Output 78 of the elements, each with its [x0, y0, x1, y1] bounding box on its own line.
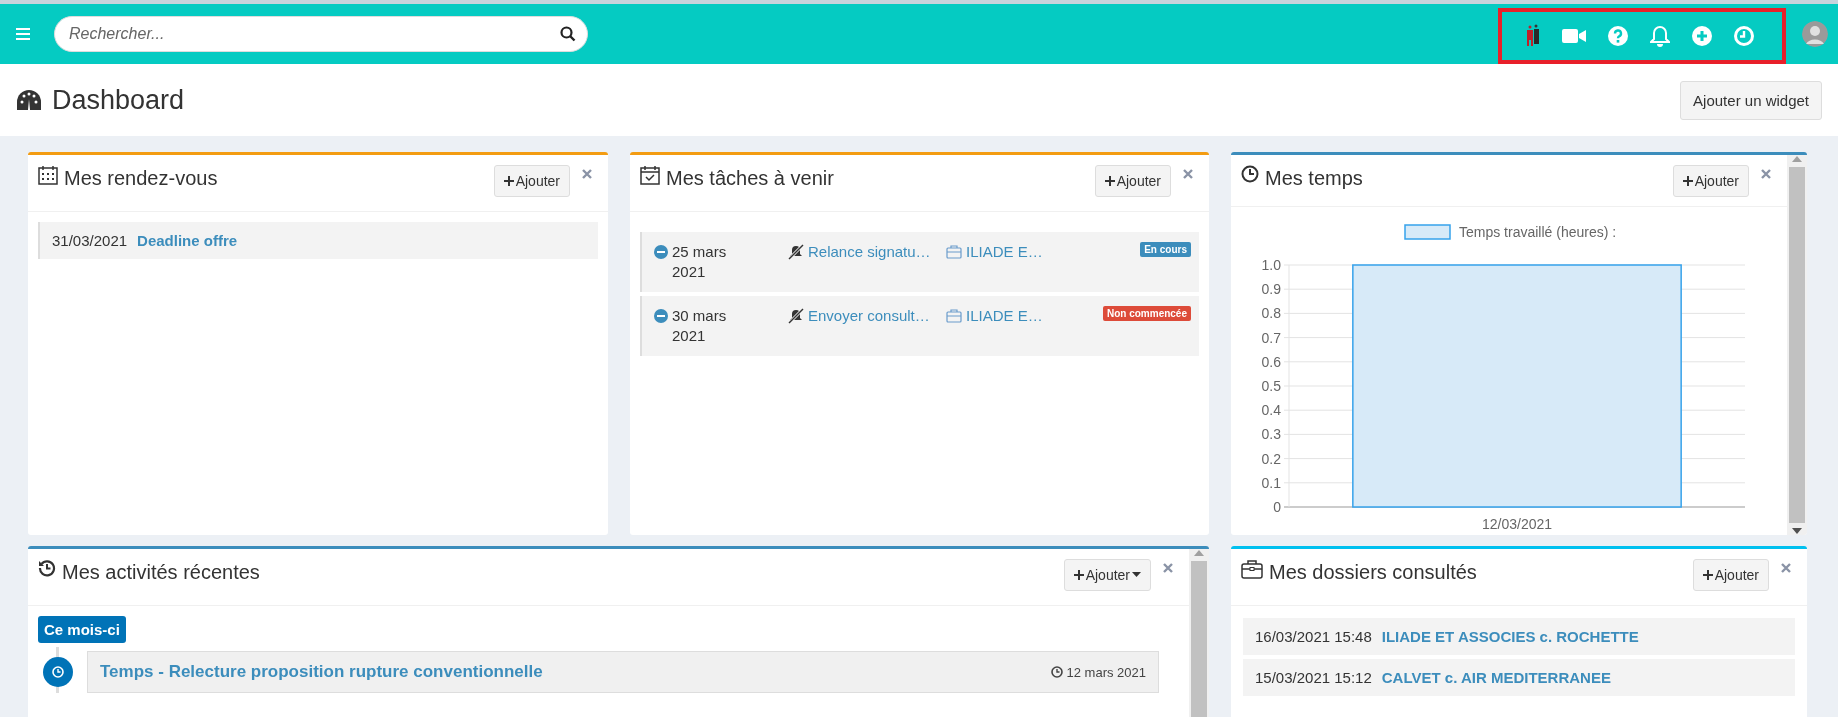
add-button[interactable]: Ajouter: [1692, 559, 1769, 591]
y-tick-label: 0.1: [1261, 474, 1281, 491]
help-icon[interactable]: [1608, 26, 1628, 46]
plus-icon: [1073, 570, 1084, 580]
scroll-down-arrow-icon[interactable]: [1792, 527, 1802, 535]
plus-icon: [1702, 570, 1713, 580]
file-row[interactable]: 15/03/2021 15:12 CALVET c. AIR MEDITERRANEE: [1243, 659, 1795, 696]
briefcase-icon: [1241, 559, 1263, 579]
file-date: 15/03/2021 15:12: [1255, 669, 1372, 686]
widget-title: Mes tâches à venir: [666, 167, 834, 190]
calendar-icon: [38, 165, 58, 185]
avatar[interactable]: [1802, 21, 1828, 47]
menu-icon[interactable]: [16, 28, 30, 40]
clock-icon[interactable]: [1734, 26, 1754, 46]
appointment-row[interactable]: 31/03/2021 Deadline offre: [38, 222, 598, 259]
widget-title: Mes temps: [1265, 167, 1363, 190]
bell-icon[interactable]: [1650, 25, 1670, 47]
add-button[interactable]: Ajouter: [1063, 559, 1151, 591]
video-camera-icon[interactable]: [1562, 28, 1586, 44]
task-date: 30 mars 2021: [672, 306, 728, 346]
y-tick-label: 1.0: [1261, 257, 1281, 273]
widget-title: Mes activités récentes: [62, 561, 260, 584]
close-icon[interactable]: [582, 169, 592, 179]
activity-item[interactable]: Temps - Relecture proposition rupture conventionnelle 12 mars 2021: [87, 651, 1159, 693]
search-icon[interactable]: [560, 26, 576, 42]
y-tick-label: 0.7: [1261, 329, 1281, 346]
legend-swatch: [1404, 224, 1451, 240]
close-icon[interactable]: [1183, 169, 1193, 179]
plus-icon: [1682, 176, 1693, 186]
status-badge: En cours: [1140, 242, 1191, 257]
x-tick-label: 12/03/2021: [1481, 516, 1553, 531]
minus-circle-icon: [654, 245, 668, 259]
page-title: Dashboard: [52, 84, 185, 116]
scroll-up-arrow-icon[interactable]: [1792, 155, 1802, 163]
add-button[interactable]: Ajouter: [493, 165, 570, 197]
scrollbar[interactable]: [1787, 155, 1807, 535]
bell-slash-icon: [788, 308, 804, 324]
plus-icon: [1104, 176, 1115, 186]
activity-date: 12 mars 2021: [1066, 664, 1146, 680]
search-field[interactable]: Rechercher...: [54, 16, 588, 52]
status-badge: Non commencée: [1102, 306, 1191, 321]
plus-circle-icon[interactable]: [1692, 26, 1712, 46]
period-label: Ce mois-ci: [38, 616, 126, 643]
legend-label: Temps travaillé (heures) :: [1459, 224, 1617, 240]
scroll-up-arrow-icon[interactable]: [1194, 549, 1204, 557]
briefcase-icon: [946, 309, 962, 323]
y-tick-label: 0.4: [1261, 402, 1281, 419]
clock-icon: [1241, 165, 1259, 183]
widget-title: Mes rendez-vous: [64, 167, 218, 190]
close-icon[interactable]: [1761, 169, 1771, 179]
history-icon: [38, 559, 56, 577]
add-widget-button[interactable]: Ajouter un widget: [1680, 80, 1822, 120]
plus-icon: [503, 176, 514, 186]
widget-title: Mes dossiers consultés: [1269, 561, 1477, 584]
file-date: 16/03/2021 15:48: [1255, 628, 1372, 645]
clock-icon: [1050, 666, 1063, 678]
caret-icon: [1132, 572, 1141, 578]
calendar-check-icon: [640, 165, 660, 185]
y-tick-label: 0.5: [1261, 378, 1281, 394]
appointment-date: 31/03/2021: [52, 232, 128, 249]
minus-circle-icon: [654, 309, 668, 323]
logo-icon[interactable]: [1526, 24, 1540, 48]
close-icon[interactable]: [1163, 563, 1173, 573]
y-tick-label: 0.9: [1261, 281, 1281, 298]
bell-slash-icon: [788, 244, 804, 260]
y-tick-label: 0.6: [1261, 353, 1281, 370]
y-tick-label: 0.8: [1261, 305, 1281, 322]
scrollbar[interactable]: [1189, 549, 1209, 717]
close-icon[interactable]: [1781, 563, 1791, 573]
y-tick-label: 0: [1273, 499, 1281, 515]
y-tick-label: 0.3: [1261, 426, 1281, 443]
file-row[interactable]: 16/03/2021 15:48 ILIADE ET ASSOCIES c. ROCHETTE: [1243, 618, 1795, 655]
add-button[interactable]: Ajouter: [1094, 165, 1171, 197]
y-tick-label: 0.2: [1261, 450, 1281, 467]
task-date: 25 mars 2021: [672, 242, 728, 282]
add-button[interactable]: Ajouter: [1672, 165, 1749, 197]
dashboard-icon: [16, 89, 42, 111]
briefcase-icon: [946, 245, 962, 259]
